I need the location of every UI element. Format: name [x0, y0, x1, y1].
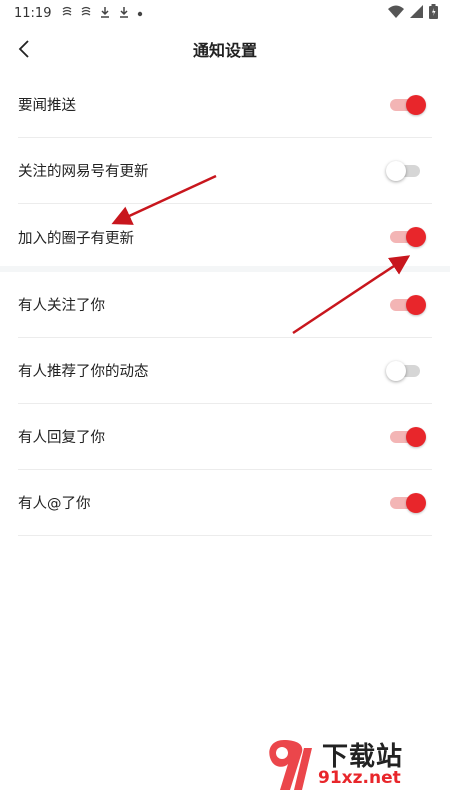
setting-label: 有人@了你 [18, 496, 91, 512]
signal-icon [410, 5, 423, 22]
toggle-knob [406, 426, 426, 447]
settings-group-subscriptions: 要闻推送 关注的网易号有更新 加入的圈子有更新 [0, 72, 450, 270]
settings-group-interactions: 有人关注了你 有人推荐了你的动态 有人回复了你 有人@了你 [0, 272, 450, 536]
dot-icon [137, 7, 143, 19]
watermark: 下载站 91xz.net [262, 734, 442, 796]
status-notification-icons [61, 6, 143, 20]
toggle-switch[interactable] [386, 160, 422, 181]
setting-row-new-follower: 有人关注了你 [18, 272, 432, 338]
toggle-knob [406, 227, 426, 247]
download-icon [99, 6, 111, 20]
toggle-switch[interactable] [390, 294, 426, 315]
setting-row-post-recommended: 有人推荐了你的动态 [18, 338, 432, 404]
toggle-knob [386, 360, 406, 381]
toggle-switch[interactable] [390, 94, 426, 115]
download-icon [118, 6, 130, 20]
setting-label: 关注的网易号有更新 [18, 164, 149, 180]
battery-icon [429, 4, 438, 23]
toggle-knob [406, 94, 426, 115]
status-time: 11:19 [14, 5, 52, 21]
91-logo-icon [269, 740, 312, 790]
setting-label: 有人关注了你 [18, 298, 105, 314]
status-bar: 11:19 [0, 0, 450, 26]
setting-label: 加入的圈子有更新 [18, 230, 134, 247]
toggle-switch[interactable] [386, 360, 422, 381]
page-title: 通知设置 [192, 41, 257, 60]
notification-icon [61, 6, 73, 20]
setting-label: 要闻推送 [18, 98, 76, 114]
setting-row-mention: 有人@了你 [18, 470, 432, 536]
toggle-knob [386, 160, 406, 181]
setting-row-followed-accounts: 关注的网易号有更新 [18, 138, 432, 204]
header-bar: 通知设置 [0, 26, 450, 72]
toggle-switch[interactable] [390, 227, 426, 247]
status-system-icons [388, 4, 438, 23]
watermark-site: 91xz.net [318, 768, 401, 788]
toggle-switch[interactable] [390, 492, 426, 513]
setting-label: 有人回复了你 [18, 430, 105, 446]
toggle-knob [406, 294, 426, 315]
setting-row-new-reply: 有人回复了你 [18, 404, 432, 470]
toggle-knob [406, 492, 426, 513]
toggle-switch[interactable] [390, 426, 426, 447]
setting-label: 有人推荐了你的动态 [18, 364, 149, 380]
notification-icon [80, 6, 92, 20]
setting-row-news-push: 要闻推送 [18, 72, 432, 138]
wifi-icon [388, 5, 404, 22]
setting-row-joined-circles: 加入的圈子有更新 [18, 204, 432, 270]
